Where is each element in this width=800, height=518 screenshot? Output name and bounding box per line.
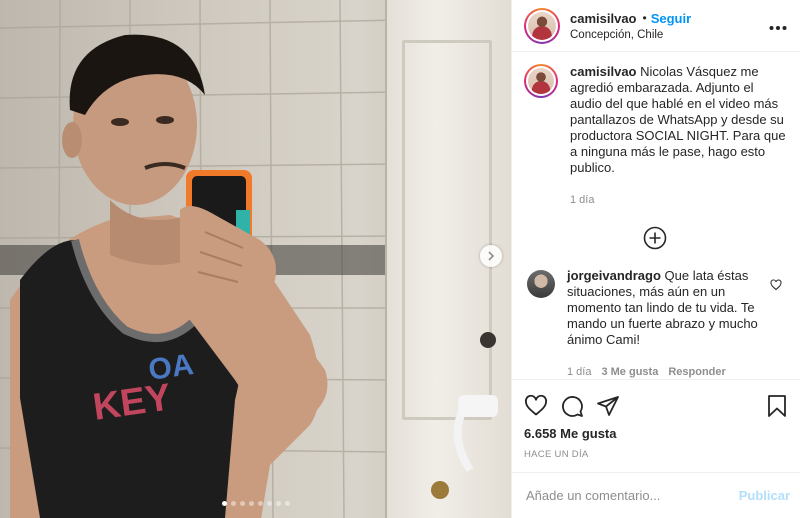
bookmark-icon	[768, 395, 786, 417]
comment-like-button[interactable]	[770, 278, 782, 296]
carousel-dot	[257, 501, 263, 506]
header-username[interactable]: camisilvao	[570, 11, 637, 26]
chevron-right-icon	[488, 251, 495, 261]
post-actions: 6.658 Me gusta HACE UN DÍA	[512, 379, 800, 472]
separator-dot: •	[642, 11, 647, 25]
comment-username[interactable]: jorgeivandrago	[567, 268, 661, 283]
comment-likes[interactable]: 3 Me gusta	[601, 364, 658, 379]
share-button[interactable]	[596, 388, 632, 424]
more-options-button[interactable]	[766, 15, 790, 36]
carousel-dot	[266, 501, 272, 506]
carousel-dot	[284, 501, 290, 506]
instagram-post: KEY OA camisilvao • Seguir Concepción, C…	[0, 0, 800, 518]
carousel-dot	[275, 501, 281, 506]
post-header: camisilvao • Seguir Concepción, Chile	[512, 0, 800, 52]
carousel-dot	[221, 501, 227, 506]
comment-item: jorgeivandrago Que lata éstas situacione…	[524, 268, 786, 379]
comment-bubble-icon	[562, 396, 583, 417]
carousel-dot	[230, 501, 236, 506]
post-sidebar: camisilvao • Seguir Concepción, Chile ca…	[511, 0, 800, 518]
comment-button[interactable]	[560, 388, 596, 424]
paper-plane-icon	[597, 396, 619, 416]
more-horizontal-icon	[769, 26, 787, 30]
caption-time[interactable]: 1 día	[570, 192, 594, 208]
like-button[interactable]	[524, 388, 560, 424]
heart-icon	[525, 394, 547, 416]
post-timestamp[interactable]: HACE UN DÍA	[524, 449, 788, 460]
next-slide-button[interactable]	[480, 245, 502, 267]
reply-button[interactable]: Responder	[668, 364, 725, 379]
save-button[interactable]	[752, 388, 788, 424]
avatar[interactable]	[524, 7, 560, 44]
comment-time[interactable]: 1 día	[567, 364, 591, 379]
selfie-person: KEY OA	[10, 34, 498, 518]
caption: camisilvao Nicolas Vásquez me agredió em…	[524, 64, 786, 208]
caption-text: Nicolas Vásquez me agredió embarazada. A…	[570, 64, 786, 175]
follow-button[interactable]: Seguir	[651, 11, 691, 26]
plus-circle-icon	[643, 226, 667, 250]
svg-text:OA: OA	[146, 348, 195, 387]
caption-avatar[interactable]	[524, 64, 558, 98]
caption-username[interactable]: camisilvao	[570, 64, 637, 79]
carousel-indicator	[0, 501, 511, 506]
comments-section[interactable]: camisilvao Nicolas Vásquez me agredió em…	[512, 52, 800, 379]
add-comment-bar: Publicar	[512, 472, 800, 518]
carousel-dot	[248, 501, 254, 506]
publish-button[interactable]: Publicar	[739, 488, 790, 503]
comment-avatar[interactable]	[527, 270, 555, 298]
load-more-comments-button[interactable]	[524, 226, 786, 250]
likes-count[interactable]: 6.658 Me gusta	[524, 426, 788, 441]
heart-outline-icon	[770, 279, 782, 291]
location-link[interactable]: Concepción, Chile	[570, 29, 766, 41]
carousel-dot	[239, 501, 245, 506]
comment-input[interactable]	[526, 488, 739, 503]
post-photo[interactable]: KEY OA	[0, 0, 511, 518]
